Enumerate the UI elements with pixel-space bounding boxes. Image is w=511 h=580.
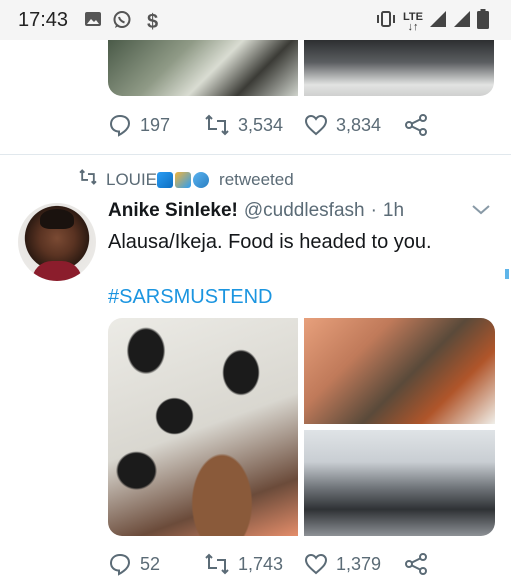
status-bar: 17:43 $ LTE ↓↑: [0, 0, 511, 40]
media-image[interactable]: [108, 318, 298, 536]
like-button[interactable]: 1,379: [304, 553, 404, 575]
svg-text:$: $: [147, 11, 158, 32]
heart-icon: [304, 553, 328, 575]
whatsapp-icon: [112, 10, 132, 35]
media-image[interactable]: [304, 318, 495, 424]
vibrate-icon: [375, 10, 397, 33]
share-button[interactable]: [404, 552, 428, 576]
media-image[interactable]: [108, 40, 298, 96]
retweet-icon: [204, 113, 230, 137]
retweet-icon: [204, 552, 230, 576]
retweet-icon: [78, 169, 98, 190]
scrollbar[interactable]: [505, 269, 509, 279]
tweet-divider: [0, 154, 511, 155]
avatar[interactable]: [18, 203, 96, 281]
reply-count: 52: [140, 553, 161, 574]
share-button[interactable]: [404, 113, 428, 137]
retweet-button[interactable]: 3,534: [204, 113, 304, 137]
tweet-header: Anike Sinleke! @cuddlesfash · 1h: [108, 200, 404, 222]
prev-tweet-actions: 197 3,534 3,834: [108, 113, 428, 137]
like-count: 1,379: [336, 553, 382, 574]
signal-icon: [453, 10, 471, 33]
share-icon: [404, 113, 428, 137]
author-handle[interactable]: @cuddlesfash: [244, 200, 365, 222]
lte-icon: LTE ↓↑: [403, 10, 423, 33]
battery-icon: [477, 9, 489, 34]
signal-icon: [429, 10, 447, 33]
reply-count: 197: [140, 114, 171, 135]
like-button[interactable]: 3,834: [304, 114, 404, 136]
media-image[interactable]: [304, 40, 494, 96]
reply-button[interactable]: 52: [108, 552, 204, 576]
like-count: 3,834: [336, 114, 382, 135]
reply-icon: [108, 113, 132, 137]
surfer-emoji-icon: [175, 172, 192, 189]
tweet-age: 1h: [382, 200, 405, 221]
tweet-media: [108, 318, 495, 536]
tweet-text: Alausa/Ikeja. Food is headed to you.: [108, 231, 432, 253]
retweet-count: 1,743: [238, 553, 284, 574]
retweet-count: 3,534: [238, 114, 284, 135]
dolphin-emoji-icon: [193, 172, 210, 189]
share-icon: [404, 552, 428, 576]
status-time: 17:43: [18, 9, 69, 31]
author-name[interactable]: Anike Sinleke!: [108, 200, 238, 222]
media-image[interactable]: [304, 430, 495, 536]
retweet-button[interactable]: 1,743: [204, 552, 304, 576]
tweet-actions: 52 1,743 1,379: [108, 552, 428, 576]
separator-dot: ·: [370, 200, 377, 221]
reply-button[interactable]: 197: [108, 113, 204, 137]
retweeter-name: LOUIE: [106, 169, 158, 189]
dollar-icon: $: [146, 10, 160, 37]
chevron-down-icon[interactable]: [470, 203, 492, 222]
retweet-context[interactable]: LOUIE retweeted: [78, 169, 294, 190]
image-icon: [84, 10, 102, 33]
prev-tweet-media[interactable]: [108, 40, 494, 96]
hashtag-link[interactable]: #SARSMUSTEND: [108, 286, 272, 309]
wave-emoji-icon: [157, 172, 174, 189]
reply-icon: [108, 552, 132, 576]
heart-icon: [304, 114, 328, 136]
retweeted-label: retweeted: [219, 169, 294, 189]
